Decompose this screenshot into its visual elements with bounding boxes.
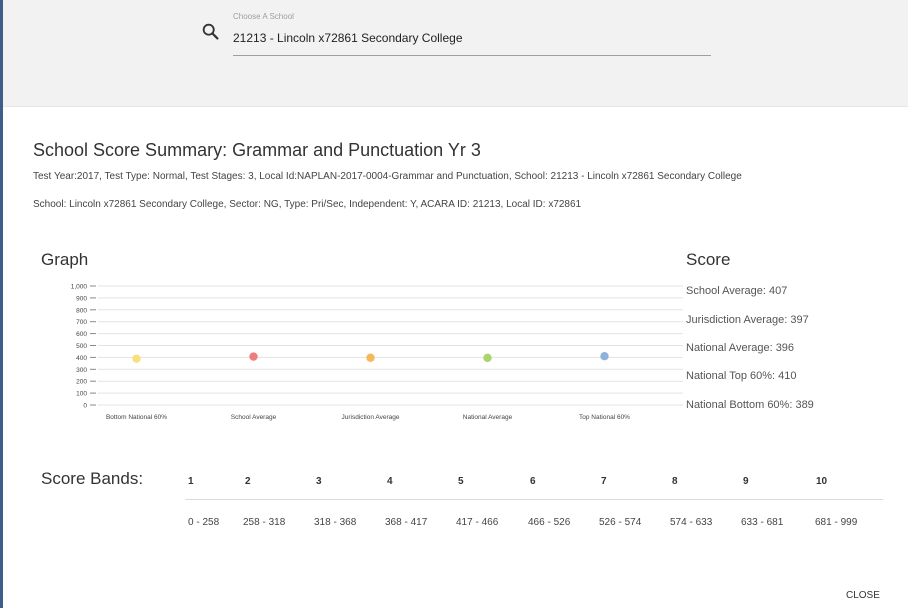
band-range: 681 - 999 <box>815 517 858 528</box>
x-tick-label: National Average <box>463 414 513 421</box>
band-number: 8 <box>672 476 678 487</box>
x-tick-label: Top National 60% <box>579 414 630 421</box>
close-button[interactable]: CLOSE <box>846 590 880 601</box>
data-point <box>132 354 141 363</box>
y-tick-label: 400 <box>76 355 87 362</box>
band-range: 417 - 466 <box>456 517 499 528</box>
search-underline <box>233 55 711 56</box>
y-tick-label: 500 <box>76 343 87 350</box>
band-range: 318 - 368 <box>314 517 357 528</box>
score-national-average: National Average: 396 <box>686 342 795 354</box>
search-label: Choose A School <box>233 12 294 21</box>
score-heading: Score <box>686 250 731 269</box>
band-number: 7 <box>601 476 607 487</box>
y-tick-label: 800 <box>76 307 87 314</box>
band-number: 10 <box>816 476 828 487</box>
x-tick-label: Jurisdiction Average <box>341 414 399 421</box>
band-number: 3 <box>316 476 322 487</box>
test-info-line: Test Year:2017, Test Type: Normal, Test … <box>33 171 742 182</box>
score-national-bottom-60: National Bottom 60%: 389 <box>686 399 814 411</box>
band-number: 6 <box>530 476 536 487</box>
score-chart: 0 100 200 300 400 500 600 700 800 900 1,000 Bottom … <box>71 284 683 421</box>
y-tick-label: 0 <box>83 403 87 410</box>
band-range: 466 - 526 <box>528 517 571 528</box>
page-title: School Score Summary: Grammar and Punctu… <box>33 140 481 160</box>
y-tick-label: 700 <box>76 319 87 326</box>
y-tick-label: 200 <box>76 379 87 386</box>
y-tick-label: 600 <box>76 331 87 338</box>
x-tick-label: Bottom National 60% <box>106 414 167 421</box>
band-range: 526 - 574 <box>599 517 642 528</box>
data-point <box>483 353 492 363</box>
school-info-line: School: Lincoln x72861 Secondary College… <box>33 199 582 210</box>
search-header: Choose A School 21213 - Lincoln x72861 S… <box>3 0 908 107</box>
data-point <box>249 352 258 361</box>
bands-divider <box>185 499 883 500</box>
band-number: 9 <box>743 476 749 487</box>
search-icon[interactable] <box>200 21 222 43</box>
school-search-input[interactable]: 21213 - Lincoln x72861 Secondary College <box>233 31 463 45</box>
y-tick-label: 300 <box>76 367 87 374</box>
x-tick-label: School Average <box>231 414 277 421</box>
band-range: 633 - 681 <box>741 517 784 528</box>
y-tick-label: 1,000 <box>71 284 88 291</box>
y-tick-label: 100 <box>76 391 87 398</box>
band-number: 4 <box>387 476 393 487</box>
y-tick-label: 900 <box>76 295 87 302</box>
score-jurisdiction-average: Jurisdiction Average: 397 <box>686 314 809 326</box>
band-number: 5 <box>458 476 464 487</box>
band-range: 258 - 318 <box>243 517 286 528</box>
data-point <box>366 353 375 362</box>
data-point <box>600 352 609 361</box>
score-national-top-60: National Top 60%: 410 <box>686 370 797 382</box>
score-bands-heading: Score Bands: <box>41 469 144 488</box>
score-school-average: School Average: 407 <box>686 285 788 297</box>
band-range: 368 - 417 <box>385 517 428 528</box>
graph-heading: Graph <box>41 250 89 269</box>
band-range: 574 - 633 <box>670 517 713 528</box>
band-number: 2 <box>245 476 251 487</box>
band-range: 0 - 258 <box>188 517 220 528</box>
band-number: 1 <box>188 476 194 487</box>
